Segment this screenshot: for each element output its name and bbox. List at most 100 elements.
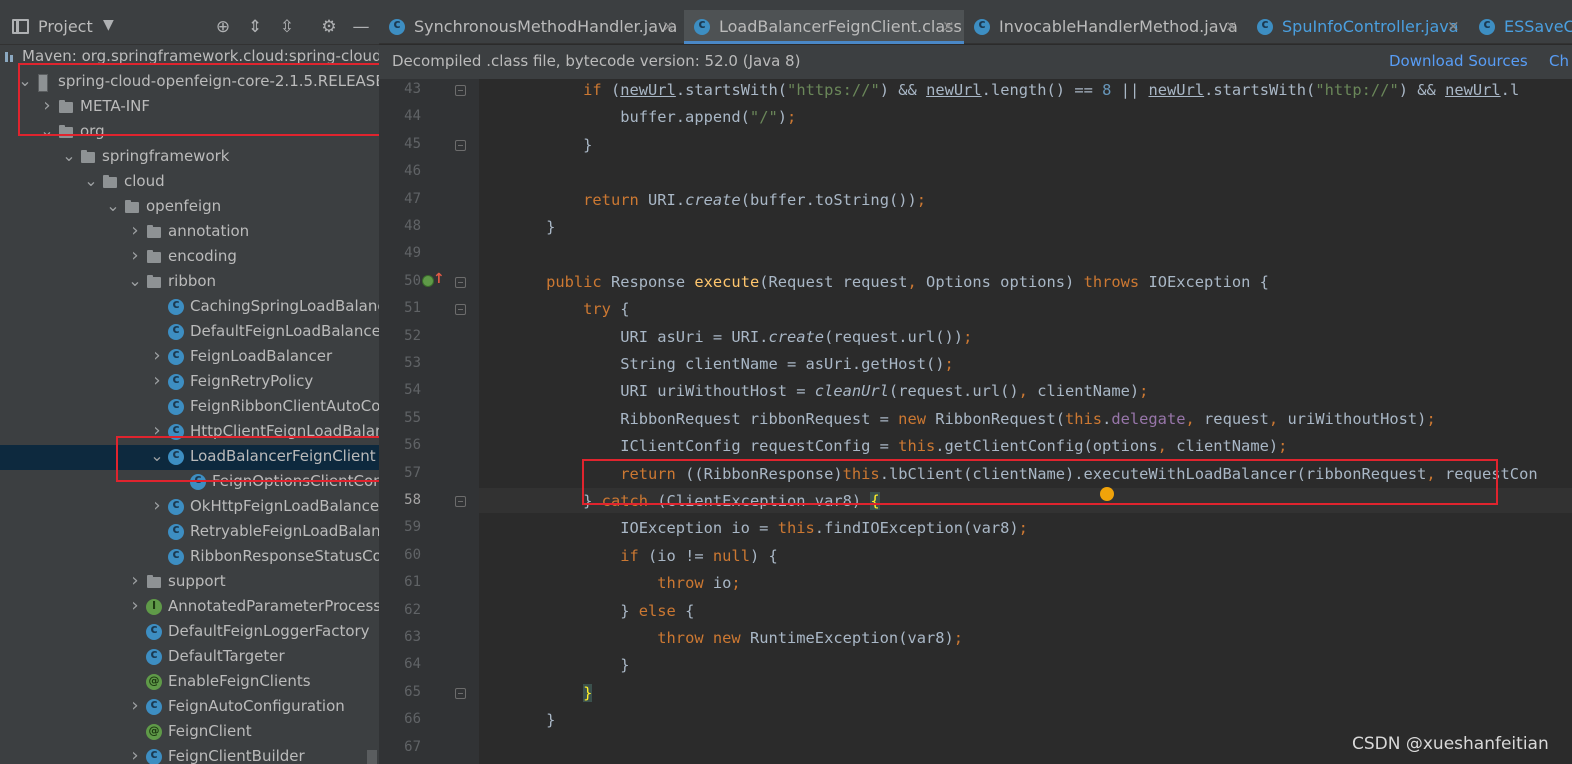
chevron-down-icon[interactable]: ⌄ xyxy=(62,148,76,164)
code-line[interactable]: } xyxy=(509,136,592,154)
tree-item[interactable]: EnableFeignClients xyxy=(0,670,379,695)
tree-item[interactable]: › AnnotatedParameterProcessor xyxy=(0,595,379,620)
code-line[interactable]: URI uriWithoutHost = cleanUrl(request.ur… xyxy=(509,382,1148,400)
tree-item[interactable]: DefaultTargeter xyxy=(0,645,379,670)
chevron-right-icon[interactable]: › xyxy=(150,422,164,440)
project-window-icon[interactable] xyxy=(12,19,29,34)
editor-tab[interactable]: SpuInfoController.java× xyxy=(1247,10,1469,44)
fold-marker-icon[interactable] xyxy=(455,496,466,507)
code-line[interactable]: } else { xyxy=(509,602,694,620)
tree-item[interactable]: FeignRibbonClientAutoCon xyxy=(0,395,379,420)
tree-item[interactable]: RetryableFeignLoadBalance xyxy=(0,520,379,545)
editor-tab[interactable]: LoadBalancerFeignClient.class× xyxy=(684,10,964,44)
close-icon[interactable]: × xyxy=(662,17,675,35)
tree-item[interactable]: › annotation xyxy=(0,220,379,245)
tree-item[interactable]: › FeignRetryPolicy xyxy=(0,370,379,395)
close-icon[interactable]: × xyxy=(1225,17,1238,35)
project-panel-title[interactable]: Project xyxy=(38,17,93,36)
tree-item[interactable]: ⌄ org xyxy=(0,120,379,145)
chevron-right-icon[interactable]: › xyxy=(40,97,54,115)
tree-item-label: OkHttpFeignLoadBalancedC xyxy=(190,497,379,515)
code-line[interactable]: RibbonRequest ribbonRequest = new Ribbon… xyxy=(509,410,1436,428)
chevron-right-icon[interactable]: › xyxy=(128,697,142,715)
collapse-all-icon[interactable]: ⇳ xyxy=(276,15,298,39)
expand-all-icon[interactable]: ⇕ xyxy=(244,15,266,39)
code-line[interactable]: } xyxy=(509,218,555,236)
chevron-right-icon[interactable]: › xyxy=(128,572,142,590)
tree-item[interactable]: FeignOptionsClientConfi xyxy=(0,470,379,495)
chevron-down-icon[interactable]: ⌄ xyxy=(84,173,98,189)
tree-item[interactable]: › META-INF xyxy=(0,95,379,120)
code-line[interactable]: throw io; xyxy=(509,574,740,592)
chevron-down-icon[interactable]: ⌄ xyxy=(106,198,120,214)
fold-marker-icon[interactable] xyxy=(455,276,466,288)
code-line[interactable]: public Response execute(Request request,… xyxy=(509,273,1269,291)
tree-item[interactable]: ⌄ cloud xyxy=(0,170,379,195)
locate-file-icon[interactable]: ⊕ xyxy=(212,15,234,39)
tab-label: InvocableHandlerMethod.java xyxy=(999,17,1238,36)
code-line[interactable]: String clientName = asUri.getHost(); xyxy=(509,355,954,373)
fold-marker-icon[interactable] xyxy=(455,687,466,699)
code-line[interactable]: } xyxy=(509,656,629,674)
chevron-down-icon[interactable]: ▼ xyxy=(103,17,114,33)
tree-item[interactable]: › FeignAutoConfiguration xyxy=(0,695,379,720)
choose-sources-link[interactable]: Ch xyxy=(1549,52,1569,70)
chevron-down-icon[interactable]: ⌄ xyxy=(150,448,164,464)
chevron-down-icon[interactable]: ⌄ xyxy=(128,273,142,289)
tree-item[interactable]: › support xyxy=(0,570,379,595)
tree-item[interactable]: CachingSpringLoadBalancer xyxy=(0,295,379,320)
code-line[interactable]: IClientConfig requestConfig = this.getCl… xyxy=(509,437,1287,455)
code-line[interactable]: if (io != null) { xyxy=(509,547,778,565)
tree-item[interactable]: ⌄ openfeign xyxy=(0,195,379,220)
fold-marker-icon[interactable] xyxy=(455,139,466,151)
tree-item[interactable]: › FeignLoadBalancer xyxy=(0,345,379,370)
download-sources-link[interactable]: Download Sources xyxy=(1389,52,1528,70)
code-line[interactable]: } xyxy=(509,711,555,729)
editor-tab[interactable]: InvocableHandlerMethod.java× xyxy=(964,10,1247,44)
code-line[interactable]: URI asUri = URI.create(request.url()); xyxy=(509,328,972,346)
chevron-right-icon[interactable]: › xyxy=(128,222,142,240)
chevron-right-icon[interactable]: › xyxy=(150,497,164,515)
tree-item[interactable]: ⌄ springframework xyxy=(0,145,379,170)
gear-icon[interactable]: ⚙ xyxy=(318,15,340,39)
fold-marker-icon[interactable] xyxy=(455,85,466,96)
tree-item[interactable]: › OkHttpFeignLoadBalancedC xyxy=(0,495,379,520)
tree-item[interactable]: RibbonResponseStatusCod xyxy=(0,545,379,570)
code-line[interactable]: try { xyxy=(509,300,629,318)
tree-item[interactable]: ⌄ spring-cloud-openfeign-core-2.1.5.RELEA… xyxy=(0,70,379,95)
close-icon[interactable]: × xyxy=(1447,17,1460,35)
code-line[interactable]: buffer.append("/"); xyxy=(509,108,796,126)
tree-item[interactable]: › HttpClientFeignLoadBalanc xyxy=(0,420,379,445)
tree-item[interactable]: DefaultFeignLoadBalancedC xyxy=(0,320,379,345)
chevron-down-icon[interactable]: ⌄ xyxy=(40,123,54,139)
chevron-right-icon[interactable]: › xyxy=(128,597,142,615)
tree-item[interactable]: ⌄ LoadBalancerFeignClient xyxy=(0,445,379,470)
override-arrow-icon[interactable]: ↑ xyxy=(433,271,445,287)
chevron-right-icon[interactable]: › xyxy=(150,372,164,390)
editor-tab[interactable]: SynchronousMethodHandler.java× xyxy=(379,10,684,44)
code-line[interactable]: IOException io = this.findIOException(va… xyxy=(509,519,1028,537)
chevron-down-icon[interactable]: ⌄ xyxy=(18,73,32,89)
code-line[interactable]: return URI.create(buffer.toString()); xyxy=(509,191,926,209)
intention-bulb-icon[interactable] xyxy=(1100,487,1114,501)
tree-item[interactable]: › encoding xyxy=(0,245,379,270)
code-line[interactable]: } catch (ClientException var8) { xyxy=(509,492,880,510)
editor-tab[interactable]: ESSaveCo xyxy=(1469,10,1572,44)
code-line[interactable]: return ((RibbonResponse)this.lbClient(cl… xyxy=(509,465,1537,483)
chevron-right-icon[interactable]: › xyxy=(128,247,142,265)
chevron-right-icon[interactable]: › xyxy=(128,747,142,764)
tree-item[interactable]: ⌄ ribbon xyxy=(0,270,379,295)
tree-item[interactable]: FeignClient xyxy=(0,720,379,745)
fold-marker-icon[interactable] xyxy=(455,304,466,316)
tree-item[interactable]: DefaultFeignLoggerFactory xyxy=(0,620,379,645)
tree-item[interactable]: › FeignClientBuilder xyxy=(0,745,379,764)
code-line[interactable]: if (newUrl.startsWith("https://") && new… xyxy=(509,81,1519,99)
minimize-icon[interactable]: — xyxy=(350,15,372,39)
chevron-right-icon[interactable]: › xyxy=(150,347,164,365)
code-line[interactable]: throw new RuntimeException(var8); xyxy=(509,629,963,647)
class-icon xyxy=(168,522,184,540)
close-icon[interactable]: × xyxy=(942,17,955,35)
code-line[interactable]: } xyxy=(509,683,593,702)
tree-scrollbar[interactable] xyxy=(367,750,377,764)
tree-item[interactable]: Maven: org.springframework.cloud:spring-… xyxy=(0,45,379,70)
